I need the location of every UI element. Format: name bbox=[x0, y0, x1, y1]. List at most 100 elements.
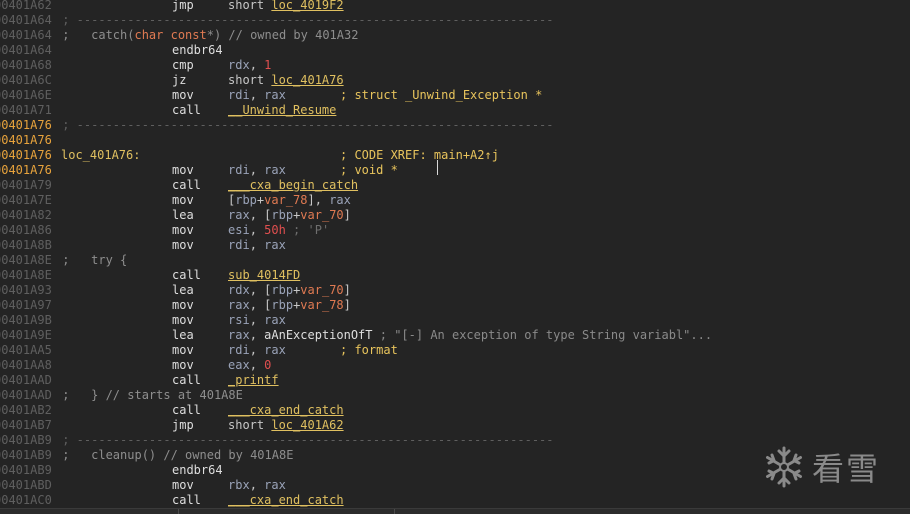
address: 00401A64 bbox=[0, 43, 52, 57]
address: 00401AAD bbox=[0, 388, 52, 402]
code-line[interactable]: 00401AC0 call ___cxa_end_catch bbox=[0, 493, 910, 508]
operand-text: , bbox=[249, 88, 265, 102]
mnemonic: mov bbox=[172, 238, 194, 252]
operand-text: , bbox=[249, 163, 265, 177]
code-line[interactable]: 00401A64 ; -----------------------------… bbox=[0, 13, 910, 28]
address: 00401A97 bbox=[0, 298, 52, 312]
mnemonic: mov bbox=[172, 88, 194, 102]
code-line[interactable]: 00401A86 mov esi, 50h ; 'P' bbox=[0, 223, 910, 238]
register: rax bbox=[228, 208, 250, 222]
address: 00401A8E bbox=[0, 268, 52, 282]
code-line[interactable]: 00401AB7 jmp short loc_401A62 bbox=[0, 418, 910, 433]
register: rbp bbox=[271, 208, 294, 222]
address: 00401A64 bbox=[0, 13, 52, 27]
address: 00401AB9 bbox=[0, 463, 52, 477]
code-line[interactable]: 00401A64 endbr64 bbox=[0, 43, 910, 58]
symbol-link[interactable]: __Unwind_Resume bbox=[228, 103, 336, 117]
symbol-link[interactable]: _printf bbox=[228, 373, 279, 387]
code-line[interactable]: 00401A62 jmp short loc_4019F2 bbox=[0, 0, 910, 13]
operands: rdx, 1 bbox=[228, 58, 271, 73]
operands: _printf bbox=[228, 373, 279, 388]
code-line[interactable]: 00401A6E mov rdi, rax ; struct _Unwind_Exce… bbox=[0, 88, 910, 103]
trailing-comment: ; struct _Unwind_Exception * bbox=[340, 88, 543, 102]
operand-text: , [ bbox=[249, 298, 272, 312]
register: eax bbox=[228, 358, 250, 372]
operand-text: , bbox=[249, 478, 265, 492]
operands: __Unwind_Resume bbox=[228, 103, 336, 118]
address: 00401A86 bbox=[0, 223, 52, 237]
code-line[interactable]: 00401A64 ; catch(char const*) // owned b… bbox=[0, 28, 910, 43]
symbol-link[interactable]: sub_4014FD bbox=[228, 268, 300, 282]
code-line[interactable]: 00401A76 loc_401A76: ; CODE XREF: main+A2↑… bbox=[0, 148, 910, 163]
comment-text: char const bbox=[134, 28, 207, 42]
operands: rax, aAnExceptionOfT ; "[-] An exception… bbox=[228, 328, 712, 343]
address: 00401A71 bbox=[0, 103, 52, 117]
symbol-link[interactable]: loc_401A76 bbox=[271, 73, 343, 87]
disassembly-view[interactable]: 00401A62jmpshort loc_4019F200401A64 ; --… bbox=[0, 0, 910, 514]
bottom-scrollbar[interactable] bbox=[0, 508, 910, 514]
address: 00401A93 bbox=[0, 283, 52, 297]
address: 00401A8E bbox=[0, 253, 52, 267]
symbol-link[interactable]: loc_4019F2 bbox=[271, 0, 343, 12]
code-line[interactable]: 00401A76 mov rdi, rax ; void * bbox=[0, 163, 910, 178]
stack-variable: var_70 bbox=[300, 208, 344, 222]
operand-text: ] bbox=[343, 283, 351, 297]
code-line[interactable]: 00401A76 ; -----------------------------… bbox=[0, 118, 910, 133]
operand-text: , [ bbox=[249, 283, 272, 297]
code-line[interactable]: 00401AAD call _printf bbox=[0, 373, 910, 388]
register: rdi bbox=[228, 88, 250, 102]
symbol-link[interactable]: ___cxa_end_catch bbox=[228, 403, 344, 417]
operands: ___cxa_begin_catch bbox=[228, 178, 358, 193]
code-line[interactable]: 00401A8B mov rdi, rax bbox=[0, 238, 910, 253]
code-line[interactable]: 00401A9E lea rax, aAnExceptionOfT ; "[-] A… bbox=[0, 328, 910, 343]
code-line[interactable]: 00401A7E mov [rbp+var_78], rax bbox=[0, 193, 910, 208]
mnemonic: lea bbox=[172, 208, 194, 222]
symbol-link[interactable]: ___cxa_begin_catch bbox=[228, 178, 358, 192]
code-line[interactable]: 00401A79 call ___cxa_begin_catch bbox=[0, 178, 910, 193]
operands: eax, 0 bbox=[228, 358, 271, 373]
address: 00401A76 bbox=[0, 133, 52, 147]
register: rax bbox=[264, 238, 286, 252]
code-line[interactable]: 00401A93 lea rdx, [rbp+var_70] bbox=[0, 283, 910, 298]
code-line[interactable]: 00401A8E call sub_4014FD bbox=[0, 268, 910, 283]
block-comment: ; cleanup() // owned by 401A8E bbox=[55, 448, 293, 463]
code-line[interactable]: 00401A8E ; try { bbox=[0, 253, 910, 268]
operands: rdi, rax bbox=[228, 88, 286, 103]
code-line[interactable]: 00401A82 lea rax, [rbp+var_70] bbox=[0, 208, 910, 223]
register: rdx bbox=[228, 283, 250, 297]
register: rbp bbox=[271, 283, 294, 297]
mnemonic: lea bbox=[172, 283, 194, 297]
operand-text: short bbox=[228, 0, 272, 12]
mnemonic: call bbox=[172, 178, 201, 192]
code-line[interactable]: 00401A68 cmp rdx, 1 bbox=[0, 58, 910, 73]
code-line[interactable]: 00401A71 call __Unwind_Resume bbox=[0, 103, 910, 118]
address: 00401AC0 bbox=[0, 493, 52, 507]
address: 00401A6C bbox=[0, 73, 52, 87]
address: 00401A9B bbox=[0, 313, 52, 327]
mnemonic: cmp bbox=[172, 58, 194, 72]
code-line[interactable]: 00401A6C jz short loc_401A76 bbox=[0, 73, 910, 88]
operands: esi, 50h ; 'P' bbox=[228, 223, 329, 238]
operands: rsi, rax bbox=[228, 313, 286, 328]
code-line[interactable]: 00401AA8 mov eax, 0 bbox=[0, 358, 910, 373]
code-line[interactable]: 00401A97 mov rax, [rbp+var_78] bbox=[0, 298, 910, 313]
code-line[interactable]: 00401A9B mov rsi, rax bbox=[0, 313, 910, 328]
register: rdi bbox=[228, 238, 250, 252]
code-line[interactable]: 00401A76 bbox=[0, 133, 910, 148]
mnemonic: lea bbox=[172, 328, 194, 342]
immediate-value: 1 bbox=[264, 58, 272, 72]
code-line[interactable]: 00401AAD ; } // starts at 401A8E bbox=[0, 388, 910, 403]
mnemonic: call bbox=[172, 103, 201, 117]
trailing-comment: ; format bbox=[340, 343, 398, 357]
status-segment bbox=[0, 509, 179, 514]
operand-text: , bbox=[249, 343, 265, 357]
code-line[interactable]: 00401AB2 call ___cxa_end_catch bbox=[0, 403, 910, 418]
separator-comment: ; --------------------------------------… bbox=[55, 433, 554, 447]
symbol-link[interactable]: ___cxa_end_catch bbox=[228, 493, 344, 507]
operand-text: , bbox=[249, 223, 265, 237]
register: rdi bbox=[228, 163, 250, 177]
code-line[interactable]: 00401AA5 mov rdi, rax ; format bbox=[0, 343, 910, 358]
register: rax bbox=[264, 313, 286, 327]
symbol-link[interactable]: loc_401A62 bbox=[271, 418, 343, 432]
register: rax bbox=[329, 193, 351, 207]
